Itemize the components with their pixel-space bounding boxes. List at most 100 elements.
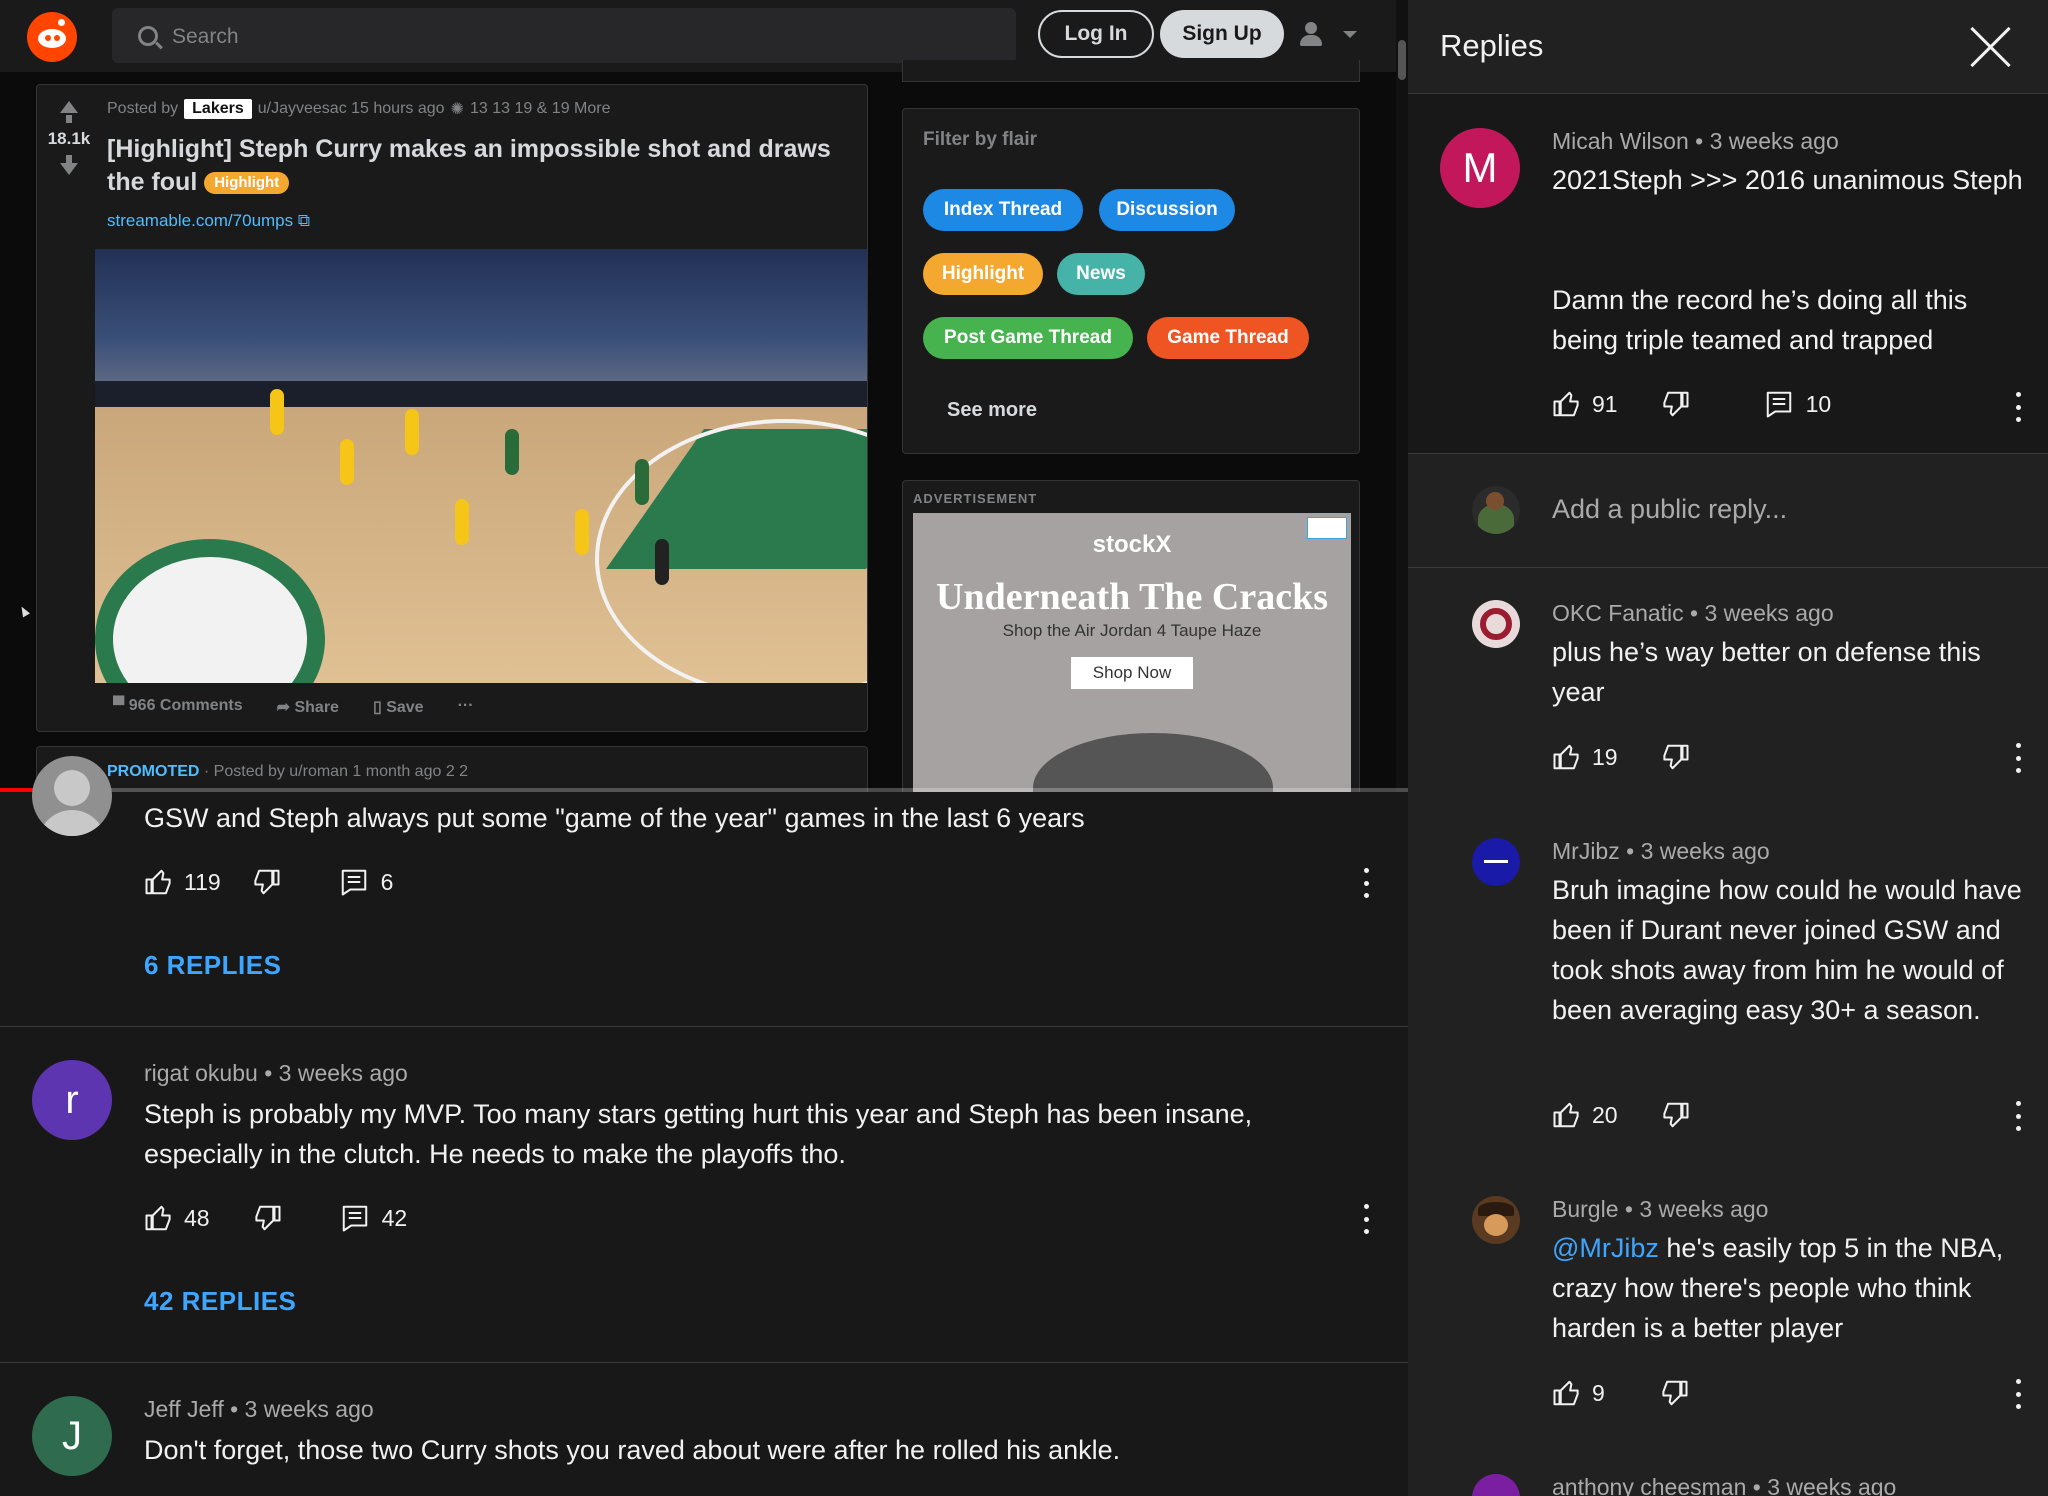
downvote-icon xyxy=(60,163,78,175)
comment-time[interactable]: 3 weeks ago xyxy=(1710,128,1839,154)
reply-author[interactable]: MrJibz xyxy=(1552,838,1620,864)
more-options-icon[interactable] xyxy=(2010,743,2026,773)
reply-author[interactable]: Burgle xyxy=(1552,1196,1618,1222)
like-icon[interactable] xyxy=(1552,742,1582,772)
comment-text: 2021Steph >>> 2016 unanimous Steph xyxy=(1552,165,2023,195)
subreddit-badge: Lakers xyxy=(184,99,252,119)
award-icon: ✺ xyxy=(450,101,464,118)
replies-panel-header: Replies xyxy=(1408,0,2048,94)
reply-icon[interactable] xyxy=(339,867,369,897)
reply-text: Bruh imagine how could he would have bee… xyxy=(1552,875,2022,1025)
add-reply-input[interactable] xyxy=(1552,494,1992,525)
share-label: ➦ Share xyxy=(276,699,339,716)
ad-headline: Underneath The Cracks xyxy=(936,576,1328,618)
avatar[interactable] xyxy=(1472,600,1520,648)
see-more-label: See more xyxy=(947,399,1038,421)
reply-time[interactable]: 3 weeks ago xyxy=(1639,1196,1768,1222)
advertisement-card: ADVERTISEMENT stockX Underneath The Crac… xyxy=(902,480,1360,792)
divider xyxy=(0,1362,1408,1363)
more-options-icon[interactable] xyxy=(2010,1379,2026,1409)
reply-actions: 20 xyxy=(1552,1097,1690,1133)
reply-count: 10 xyxy=(1805,390,1832,417)
like-icon[interactable] xyxy=(144,1203,174,1233)
close-icon[interactable] xyxy=(1968,24,2014,70)
comment-time[interactable]: 3 weeks ago xyxy=(279,1060,408,1086)
like-icon[interactable] xyxy=(1552,389,1582,419)
promoted-meta: PROMOTED · Posted by u/roman 1 month ago… xyxy=(107,763,469,780)
dislike-icon[interactable] xyxy=(1659,1378,1689,1408)
comment-author[interactable]: Jeff Jeff xyxy=(144,1396,224,1422)
comment-author[interactable]: rigat okubu xyxy=(144,1060,258,1086)
video-progress-bar[interactable] xyxy=(0,788,1408,792)
reply-icon[interactable] xyxy=(340,1203,370,1233)
flair-chip-game-thread: Game Thread xyxy=(1147,317,1309,359)
reply-meta: anthony cheesman • 3 weeks ago xyxy=(1552,1474,1896,1496)
user-icon xyxy=(1300,22,1322,48)
flair-chip-highlight: Highlight xyxy=(923,253,1043,295)
post-awards: 13 13 19 & 19 More xyxy=(469,100,611,117)
post-score: 18.1k xyxy=(47,129,91,148)
chevron-down-icon xyxy=(1343,31,1357,38)
reply-icon[interactable] xyxy=(1764,389,1794,419)
comment-actions: 119 6 xyxy=(144,864,393,900)
avatar[interactable]: r xyxy=(32,1060,112,1140)
like-icon[interactable] xyxy=(1552,1100,1582,1130)
sneaker-image xyxy=(1033,733,1273,792)
like-icon[interactable] xyxy=(144,867,174,897)
mention-link[interactable]: @MrJibz xyxy=(1552,1233,1659,1263)
more-options-icon[interactable] xyxy=(1358,1204,1374,1234)
avatar[interactable] xyxy=(1472,838,1520,886)
reply-time[interactable]: 3 weeks ago xyxy=(1641,838,1770,864)
comment-text: Don't forget, those two Curry shots you … xyxy=(144,1435,1121,1465)
like-count: 119 xyxy=(184,868,221,895)
view-replies-button[interactable]: 6 REPLIES xyxy=(144,950,281,981)
flair-chip-news: News xyxy=(1057,253,1145,295)
reply-author[interactable]: OKC Fanatic xyxy=(1552,600,1684,626)
vote-column: 18.1k xyxy=(41,101,97,175)
avatar[interactable]: J xyxy=(32,1396,112,1476)
flair-chip-index-thread: Index Thread xyxy=(923,189,1083,231)
ad-subline: Shop the Air Jordan 4 Taupe Haze xyxy=(1002,621,1262,640)
like-count: 19 xyxy=(1592,743,1618,770)
more-options-icon[interactable] xyxy=(1358,868,1374,898)
like-count: 20 xyxy=(1592,1101,1618,1128)
posted-by-label: Posted by xyxy=(107,100,179,117)
more-options-icon[interactable] xyxy=(2010,392,2026,422)
comment-author[interactable]: Micah Wilson xyxy=(1552,128,1689,154)
ad-brand: stockX xyxy=(1092,531,1172,558)
external-link-icon: ⧉ xyxy=(297,211,311,230)
more-options-icon[interactable] xyxy=(2010,1101,2026,1131)
comment-text: Steph is probably my MVP. Too many stars… xyxy=(144,1099,1253,1169)
upvote-icon xyxy=(60,101,78,113)
dislike-icon[interactable] xyxy=(1660,389,1690,419)
view-replies-button[interactable]: 42 REPLIES xyxy=(144,1286,296,1317)
reply-time[interactable]: 3 weeks ago xyxy=(1767,1474,1896,1496)
video-player[interactable]: Search Log In Sign Up 18.1k Posted by La… xyxy=(0,0,1408,792)
replies-panel: Replies M Micah Wilson • 3 weeks ago 202… xyxy=(1408,0,2048,1496)
parent-comment: M Micah Wilson • 3 weeks ago 2021Steph >… xyxy=(1408,94,2048,454)
reply-time[interactable]: 3 weeks ago xyxy=(1705,600,1834,626)
flair-filter-header: Filter by flair xyxy=(923,129,1038,150)
add-reply-row xyxy=(1408,454,2048,568)
reddit-scrollbar-thumb xyxy=(1398,40,1406,80)
dislike-icon[interactable] xyxy=(1660,1100,1690,1130)
dislike-icon[interactable] xyxy=(252,1203,282,1233)
divider xyxy=(0,1026,1408,1027)
comment-time[interactable]: 3 weeks ago xyxy=(245,1396,374,1422)
like-icon[interactable] xyxy=(1552,1378,1582,1408)
replies-panel-title: Replies xyxy=(1440,28,1544,63)
reply-author[interactable]: anthony cheesman xyxy=(1552,1474,1746,1496)
ad-shop-now: Shop Now xyxy=(1071,657,1193,689)
reply-meta: OKC Fanatic • 3 weeks ago xyxy=(1552,600,1834,626)
avatar[interactable] xyxy=(32,756,112,836)
dislike-icon[interactable] xyxy=(1660,742,1690,772)
avatar[interactable]: M xyxy=(1440,128,1520,208)
reddit-search-placeholder: Search xyxy=(172,25,239,48)
reddit-signup-button: Sign Up xyxy=(1160,10,1284,58)
search-icon xyxy=(138,26,158,46)
avatar xyxy=(1472,486,1520,534)
avatar[interactable] xyxy=(1472,1196,1520,1244)
dislike-icon[interactable] xyxy=(251,867,281,897)
avatar[interactable] xyxy=(1472,1474,1520,1496)
ad-creative: stockX Underneath The Cracks Shop the Ai… xyxy=(913,513,1351,792)
